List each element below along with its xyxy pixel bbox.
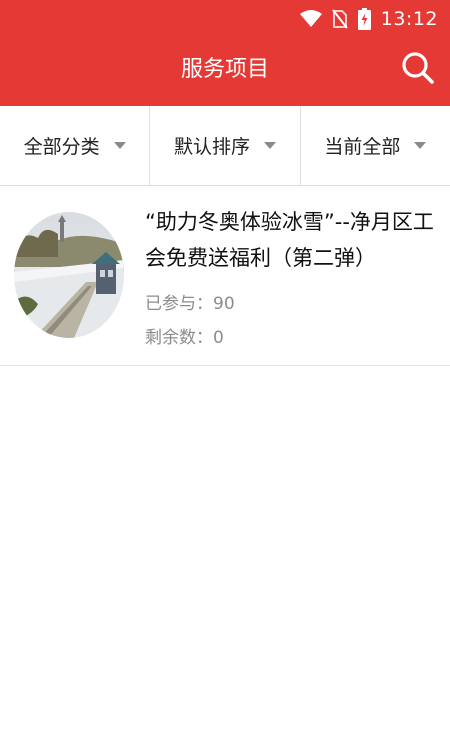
dropdown-caret-icon (113, 142, 126, 149)
app-header: 13:12 服务项目 (0, 0, 450, 106)
dropdown-caret-icon (264, 142, 276, 149)
filter-sort[interactable]: 默认排序 (149, 106, 299, 185)
battery-charging-icon (357, 8, 371, 30)
filter-sort-label: 默认排序 (173, 136, 250, 158)
page-title: 服务项目 (180, 57, 269, 82)
search-button[interactable] (398, 50, 438, 90)
status-time: 13:12 (380, 8, 438, 30)
joined-value: 90 (213, 294, 235, 314)
filter-status-label: 当前全部 (324, 136, 401, 158)
item-thumbnail (14, 212, 124, 338)
filter-category-label: 全部分类 (23, 136, 100, 158)
wifi-icon (299, 10, 322, 28)
filter-category[interactable]: 全部分类 (0, 106, 149, 185)
search-icon (401, 51, 435, 89)
joined-label: 已参与： (145, 294, 213, 314)
filter-status[interactable]: 当前全部 (299, 106, 450, 185)
status-bar: 13:12 (0, 0, 450, 38)
item-title: “助力冬奥体验冰雪”--净月区工会免费送福利（第二弹） (145, 210, 434, 270)
remaining-label: 剩余数： (145, 328, 213, 348)
no-sim-icon (331, 9, 348, 29)
list-item[interactable]: “助力冬奥体验冰雪”--净月区工会免费送福利（第二弹） 已参与：90 剩余数：0 (0, 186, 450, 366)
service-list: “助力冬奥体验冰雪”--净月区工会免费送福利（第二弹） 已参与：90 剩余数：0 (0, 186, 450, 366)
filter-bar: 全部分类 默认排序 当前全部 (0, 106, 450, 186)
remaining-count: 剩余数：0 (145, 323, 224, 348)
joined-count: 已参与：90 (145, 289, 235, 314)
dropdown-caret-icon (414, 142, 427, 149)
remaining-value: 0 (213, 328, 224, 348)
